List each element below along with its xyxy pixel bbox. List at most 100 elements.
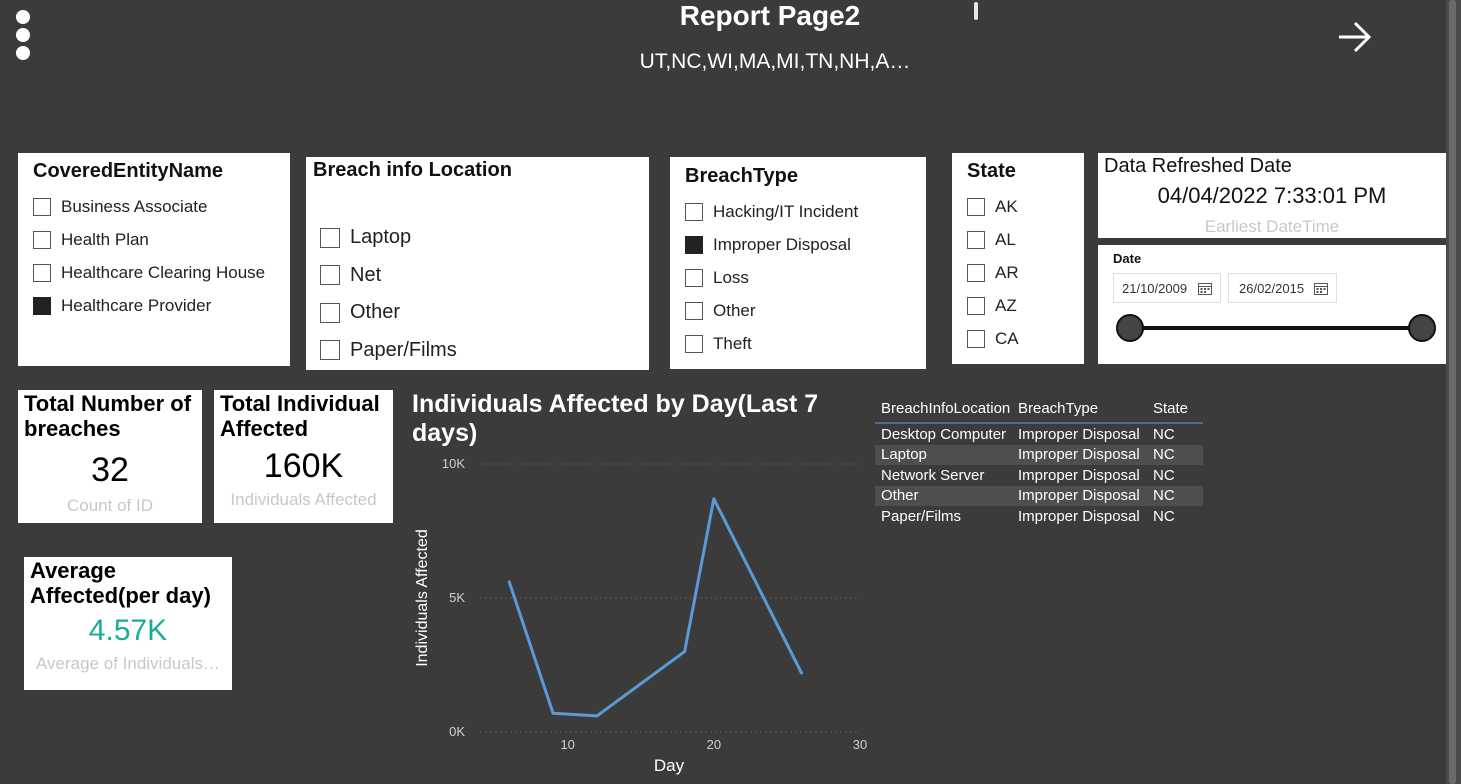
column-header[interactable]: BreachType bbox=[1018, 400, 1153, 417]
kpi-title: Total Individual Affected bbox=[220, 391, 380, 441]
option-label: Health Plan bbox=[61, 229, 149, 249]
calendar-icon[interactable] bbox=[1314, 282, 1328, 295]
date-range-track bbox=[1130, 326, 1422, 330]
slicer-option[interactable]: Other bbox=[320, 294, 457, 332]
checkbox[interactable] bbox=[33, 230, 51, 249]
checkbox[interactable] bbox=[320, 340, 340, 361]
y-tick-label: 0K bbox=[449, 724, 465, 739]
checkbox[interactable] bbox=[685, 334, 703, 353]
checkbox[interactable] bbox=[320, 265, 340, 286]
slicer-option[interactable]: Laptop bbox=[320, 219, 457, 257]
table-cell: Paper/Films bbox=[881, 507, 962, 525]
slicer-option[interactable]: Business Associate bbox=[33, 190, 265, 223]
x-tick-label: 10 bbox=[560, 737, 574, 752]
column-header[interactable]: BreachInfoLocation bbox=[875, 400, 1018, 417]
table-cell: NC bbox=[1153, 466, 1175, 484]
table-row[interactable]: Network Server Improper Disposal NC bbox=[875, 465, 1203, 486]
checkbox[interactable] bbox=[967, 230, 985, 249]
start-date-value: 21/10/2009 bbox=[1122, 280, 1188, 296]
checkbox[interactable] bbox=[967, 296, 985, 315]
kpi-value: 160K bbox=[263, 447, 344, 485]
table-row[interactable]: Laptop Improper Disposal NC bbox=[875, 444, 1203, 465]
table-cell: Other bbox=[881, 487, 919, 505]
slicer-option[interactable]: AK bbox=[967, 190, 1019, 223]
slicer-option[interactable]: AR bbox=[967, 256, 1019, 289]
checkbox[interactable] bbox=[320, 302, 340, 323]
checkbox[interactable] bbox=[685, 268, 703, 287]
slicer-option[interactable]: Healthcare Clearing House bbox=[33, 256, 265, 289]
checkbox[interactable] bbox=[967, 329, 985, 348]
checkbox[interactable] bbox=[33, 197, 51, 216]
table-cell: Desktop Computer bbox=[881, 425, 1007, 443]
kpi-caption: Count of ID bbox=[67, 496, 153, 515]
state-slicer: State AK AL AR AZ CA bbox=[952, 153, 1084, 364]
kpi-title: Total Number of breaches bbox=[24, 391, 192, 441]
scrollbar-thumb[interactable] bbox=[1449, 0, 1456, 784]
breach-location-slicer: Breach info Location Laptop Net Other Paper… bbox=[306, 157, 649, 370]
option-label: AL bbox=[995, 229, 1016, 249]
total-breaches-card: Total Number of breaches 32 Count of ID bbox=[18, 390, 202, 523]
refresh-date-card: Data Refreshed Date 04/04/2022 7:33:01 P… bbox=[1098, 153, 1446, 238]
slicer-option[interactable]: Health Plan bbox=[33, 223, 265, 256]
slicer-option[interactable]: Hacking/IT Incident bbox=[685, 195, 858, 228]
table-cell: NC bbox=[1153, 446, 1175, 464]
slicer-option[interactable]: AL bbox=[967, 223, 1019, 256]
slicer-option[interactable]: Theft bbox=[685, 327, 858, 360]
option-label: AK bbox=[995, 196, 1018, 216]
table-row[interactable]: Desktop Computer Improper Disposal NC bbox=[875, 424, 1203, 445]
slicer-option[interactable]: AZ bbox=[967, 289, 1019, 322]
table-row[interactable]: Other Improper Disposal NC bbox=[875, 485, 1203, 506]
slicer-option[interactable]: Healthcare Provider bbox=[33, 289, 265, 322]
date-slicer: Date 21/10/2009 26/02/2015 bbox=[1098, 245, 1446, 364]
table-header: BreachInfoLocation BreachType State bbox=[875, 394, 1203, 424]
option-label: Hacking/IT Incident bbox=[713, 201, 859, 221]
slicer-option[interactable]: Loss bbox=[685, 261, 858, 294]
option-label: AR bbox=[995, 262, 1019, 282]
checkbox[interactable] bbox=[33, 263, 51, 282]
checkbox[interactable] bbox=[967, 263, 985, 282]
checkbox[interactable] bbox=[967, 197, 985, 216]
refresh-title: Data Refreshed Date bbox=[1104, 155, 1292, 177]
table-cell: NC bbox=[1153, 507, 1175, 525]
data-point bbox=[551, 711, 555, 715]
slicer-option[interactable]: Other bbox=[685, 294, 858, 327]
option-label: Other bbox=[713, 300, 756, 320]
refresh-value: 04/04/2022 7:33:01 PM bbox=[1157, 183, 1387, 208]
slicer-option[interactable]: Net bbox=[320, 257, 457, 295]
kpi-caption: Individuals Affected bbox=[230, 490, 377, 509]
start-date-input[interactable]: 21/10/2009 bbox=[1113, 273, 1221, 303]
checkbox[interactable] bbox=[33, 296, 51, 315]
breach-table: BreachInfoLocation BreachType State Desk… bbox=[875, 394, 1203, 527]
option-label: Healthcare Provider bbox=[61, 295, 212, 315]
kpi-title: Average Affected(per day) bbox=[30, 558, 211, 608]
date-range-end-handle[interactable] bbox=[1408, 314, 1436, 342]
column-header[interactable]: State bbox=[1153, 400, 1203, 417]
y-axis-label: Individuals Affected bbox=[414, 529, 431, 667]
calendar-icon[interactable] bbox=[1198, 282, 1212, 295]
slicer-option[interactable]: CA bbox=[967, 322, 1019, 355]
x-tick-label: 20 bbox=[707, 737, 721, 752]
checkbox[interactable] bbox=[685, 202, 703, 221]
date-title: Date bbox=[1113, 251, 1142, 266]
date-range-start-handle[interactable] bbox=[1116, 314, 1144, 342]
option-label: Laptop bbox=[350, 226, 412, 249]
option-label: CA bbox=[995, 328, 1019, 348]
checkbox[interactable] bbox=[685, 301, 703, 320]
option-label: Business Associate bbox=[61, 196, 208, 216]
checkbox[interactable] bbox=[685, 235, 703, 254]
slicer-title: CoveredEntityName bbox=[33, 160, 224, 182]
checkbox[interactable] bbox=[320, 227, 340, 248]
data-point bbox=[507, 580, 511, 584]
slicer-option[interactable]: Improper Disposal bbox=[685, 228, 858, 261]
option-label: Loss bbox=[713, 267, 749, 287]
kpi-caption: Average of Individuals… bbox=[36, 654, 220, 673]
end-date-input[interactable]: 26/02/2015 bbox=[1228, 273, 1337, 303]
slicer-option[interactable]: Paper/Films bbox=[320, 332, 457, 370]
resize-handle[interactable] bbox=[974, 2, 978, 20]
table-cell: Improper Disposal bbox=[1018, 487, 1140, 505]
end-date-value: 26/02/2015 bbox=[1239, 280, 1305, 296]
arrow-right-icon[interactable] bbox=[1336, 18, 1374, 56]
y-tick-label: 5K bbox=[449, 590, 465, 605]
table-row[interactable]: Paper/Films Improper Disposal NC bbox=[875, 506, 1203, 527]
option-label: Paper/Films bbox=[350, 338, 457, 361]
